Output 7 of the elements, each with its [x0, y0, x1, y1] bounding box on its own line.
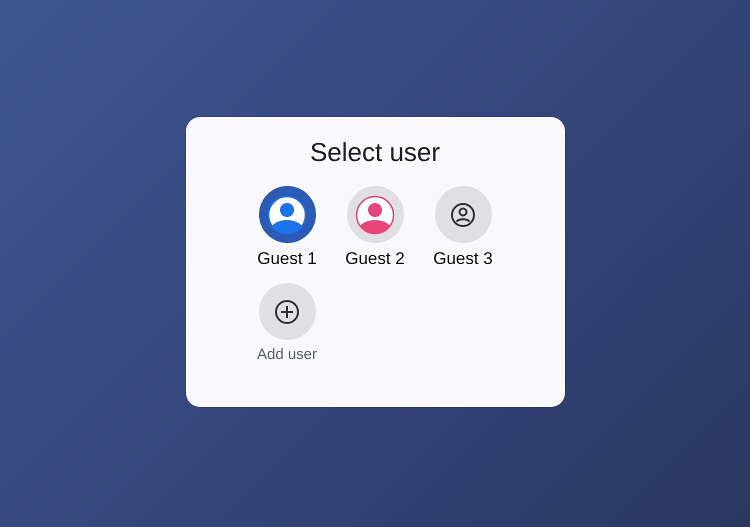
person-icon — [450, 202, 476, 228]
dialog-title: Select user — [310, 137, 440, 168]
user-name: Add user — [256, 346, 318, 363]
user-name: Guest 2 — [345, 249, 405, 269]
plus-icon — [274, 298, 300, 324]
user-name: Guest 1 — [257, 249, 317, 269]
user-name: Guest 3 — [433, 249, 493, 269]
